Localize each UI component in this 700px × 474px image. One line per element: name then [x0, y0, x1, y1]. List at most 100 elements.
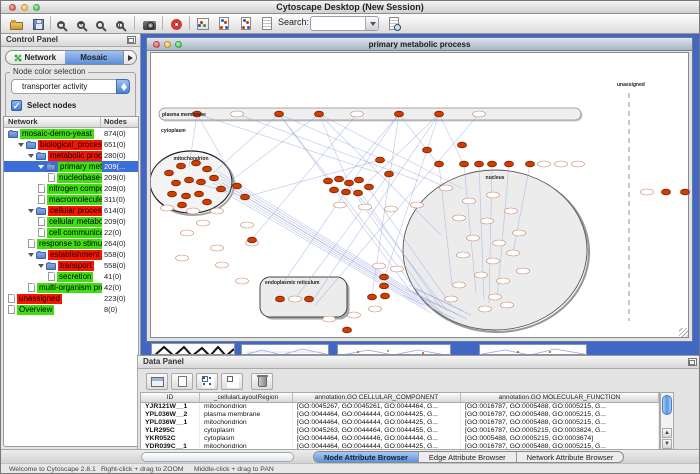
graph-node-small[interactable] [572, 161, 585, 167]
graph-node[interactable] [435, 161, 444, 167]
table-cell[interactable]: [GO:0045267, GO:0045261, GO:0044464, G..… [293, 403, 461, 411]
graph-node-small[interactable] [176, 255, 189, 261]
graph-node-small[interactable] [641, 189, 654, 195]
tree-row-metabolic-process[interactable]: metabolic process280(0) [4, 150, 138, 161]
table-cell[interactable]: plasma membrane [200, 411, 293, 419]
graph-node[interactable] [395, 111, 404, 117]
graph-node[interactable] [233, 183, 242, 189]
graph-node-small[interactable] [323, 316, 336, 322]
tree-row-mosaic-demo-yeast[interactable]: mosaic-demo-yeast874(0) [4, 128, 138, 139]
tree-row-overview[interactable]: Overview8(0) [4, 304, 138, 315]
tree-row-biological-process[interactable]: biological_process651(0) [4, 139, 138, 150]
graph-node-small[interactable] [489, 294, 502, 300]
graph-node-small[interactable] [467, 235, 480, 241]
graph-node-small[interactable] [473, 111, 486, 117]
graph-node[interactable] [177, 163, 186, 169]
graph-node-small[interactable] [369, 306, 382, 312]
scroll-down-icon[interactable]: ▼ [662, 439, 672, 449]
window-titlebar[interactable]: Cytoscape Desktop (New Session) [1, 1, 699, 14]
table-cell[interactable]: YPL036W__2 [141, 411, 200, 419]
graph-node[interactable] [182, 193, 191, 199]
graph-node-small[interactable] [501, 302, 514, 308]
graph-node-small[interactable] [216, 262, 229, 268]
table-cell[interactable]: YLR295C [141, 427, 200, 435]
graph-node[interactable] [526, 161, 535, 167]
graph-node[interactable] [305, 296, 314, 302]
table-cell[interactable]: [GO:0044464, GO:0044446, GO:0044444, G..… [293, 435, 461, 443]
vizmapper-button[interactable] [194, 15, 212, 32]
graph-node-small[interactable] [453, 282, 466, 288]
graph-node-small[interactable] [373, 263, 386, 269]
table-cell[interactable]: [GO:0044464, GO:0044444, GO:0044425, G..… [293, 411, 461, 419]
graph-edge[interactable] [279, 114, 409, 289]
graph-node[interactable] [203, 199, 212, 205]
network-window-titlebar[interactable]: primary metabolic process [147, 38, 692, 51]
zoom-in-button[interactable]: + [74, 15, 92, 32]
graph-node[interactable] [178, 202, 187, 208]
graph-node-small[interactable] [187, 208, 200, 214]
graph-node[interactable] [435, 111, 444, 117]
layout-a-button[interactable] [215, 15, 233, 32]
graph-node-small[interactable] [411, 202, 424, 208]
graph-node-small[interactable] [475, 272, 488, 278]
node-color-dropdown[interactable]: transporter activity [11, 79, 130, 94]
graph-node-small[interactable] [236, 278, 249, 284]
network-canvas[interactable]: plasma membranecytoplasmmitochondrionnuc… [150, 52, 689, 338]
network-graph[interactable]: plasma membranecytoplasmmitochondrionnuc… [151, 53, 690, 339]
table-row[interactable]: YJR121W__1mitochondrion[GO:0045267, GO:0… [141, 403, 659, 411]
graph-node[interactable] [423, 147, 432, 153]
search-input[interactable] [310, 16, 379, 31]
tree-row-macromolecule[interactable]: macromolecule311(0) [4, 194, 138, 205]
graph-node-small[interactable] [487, 258, 500, 264]
graph-node[interactable] [203, 166, 212, 172]
float-panel-icon[interactable] [688, 358, 697, 366]
graph-node-small[interactable] [538, 161, 551, 167]
graph-edge[interactable] [213, 114, 279, 173]
table-cell[interactable]: YPL036W__1 [141, 419, 200, 427]
graph-node[interactable] [380, 283, 389, 289]
table-cell[interactable]: cytoplasm [200, 435, 293, 443]
vertical-scrollbar[interactable]: ▲ ▼ [660, 392, 674, 450]
delete-attribute-button[interactable] [251, 373, 273, 390]
graph-node-small[interactable] [517, 268, 530, 274]
expand-arrow-icon[interactable] [18, 143, 24, 147]
graph-node-small[interactable] [463, 198, 476, 204]
table-cell[interactable]: mitochondrion [200, 403, 293, 411]
expand-arrow-icon[interactable] [28, 209, 34, 213]
graph-edge[interactable] [233, 114, 319, 179]
graph-node[interactable] [458, 142, 467, 148]
graph-node-small[interactable] [479, 306, 492, 312]
graph-node-small[interactable] [385, 206, 398, 212]
graph-node-small[interactable] [359, 204, 372, 210]
graph-node[interactable] [195, 191, 204, 197]
table-row[interactable]: YPL036W__2plasma membrane[GO:0044464, GO… [141, 411, 659, 419]
table-cell[interactable]: mitochondrion [200, 419, 293, 427]
column-header[interactable]: annotation.GO CELLULAR_COMPONENT [293, 393, 461, 402]
graph-node[interactable] [210, 175, 219, 181]
graph-node-small[interactable] [351, 111, 364, 117]
graph-node[interactable] [368, 294, 377, 300]
graph-node-small[interactable] [161, 205, 174, 211]
tree-row-nucleobase-[interactable]: nucleobase-209(0) [4, 172, 138, 183]
graph-node-small[interactable] [211, 208, 224, 214]
resize-grip[interactable] [679, 328, 688, 337]
float-panel-icon[interactable] [127, 36, 136, 44]
graph-node[interactable] [276, 296, 285, 302]
table-row[interactable]: YLR295Ccytoplasm[GO:0045263, GO:0044464,… [141, 427, 659, 435]
graph-node[interactable] [217, 186, 226, 192]
graph-node[interactable] [355, 177, 364, 183]
expand-arrow-icon[interactable] [38, 264, 44, 268]
tree-row-establishment-of-lo[interactable]: establishment of lo558(0) [4, 249, 138, 260]
graph-node[interactable] [275, 111, 284, 117]
table-cell[interactable]: [GO:0016787, GO:0005215, GO:0003824, G..… [461, 427, 659, 435]
graph-node[interactable] [342, 189, 351, 195]
table-row[interactable]: YKR052Ccytoplasm[GO:0044464, GO:0044446,… [141, 435, 659, 443]
network-desktop[interactable]: primary metabolic process plasma membran… [141, 34, 700, 355]
graph-node[interactable] [354, 190, 363, 196]
scrollbar-thumb[interactable] [662, 395, 672, 415]
expand-arrow-icon[interactable] [28, 253, 34, 257]
tree-row-cell-communicat[interactable]: cell communicat22(0) [4, 227, 138, 238]
graph-node[interactable] [365, 184, 374, 190]
filter-button[interactable] [258, 15, 276, 32]
table-row[interactable]: YPL036W__1mitochondrion[GO:0044464, GO:0… [141, 419, 659, 427]
